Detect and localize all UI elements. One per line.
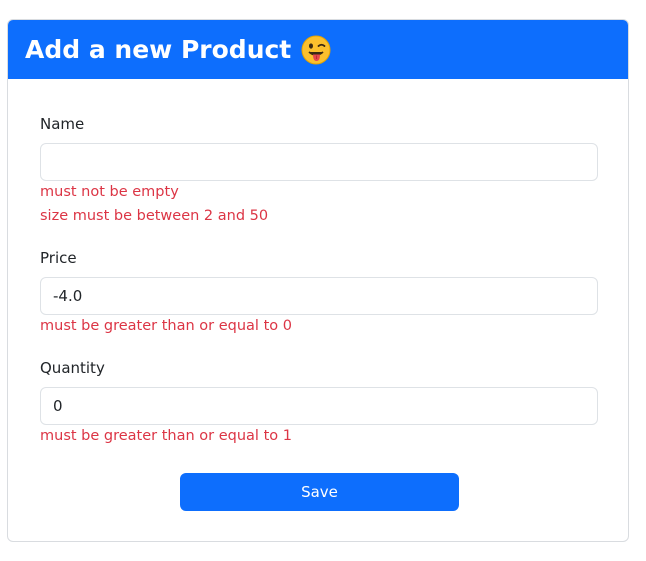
price-input[interactable] [40, 277, 598, 315]
name-error-empty: must not be empty [40, 184, 179, 200]
winking-face-with-tongue-icon [301, 35, 331, 65]
name-input[interactable] [40, 143, 598, 181]
price-error: must be greater than or equal to 0 [40, 318, 292, 334]
quantity-input[interactable] [40, 387, 598, 425]
quantity-label: Quantity [40, 359, 105, 377]
name-label: Name [40, 115, 85, 133]
name-error-size: size must be between 2 and 50 [40, 208, 269, 224]
card-header: Add a new Product [8, 20, 628, 79]
quantity-error: must be greater than or equal to 1 [40, 428, 292, 444]
price-label: Price [40, 249, 77, 267]
save-button[interactable]: Save [180, 473, 459, 511]
page-title: Add a new Product [25, 35, 292, 64]
product-form-card: Add a new Product Name must not be empty… [7, 19, 629, 542]
